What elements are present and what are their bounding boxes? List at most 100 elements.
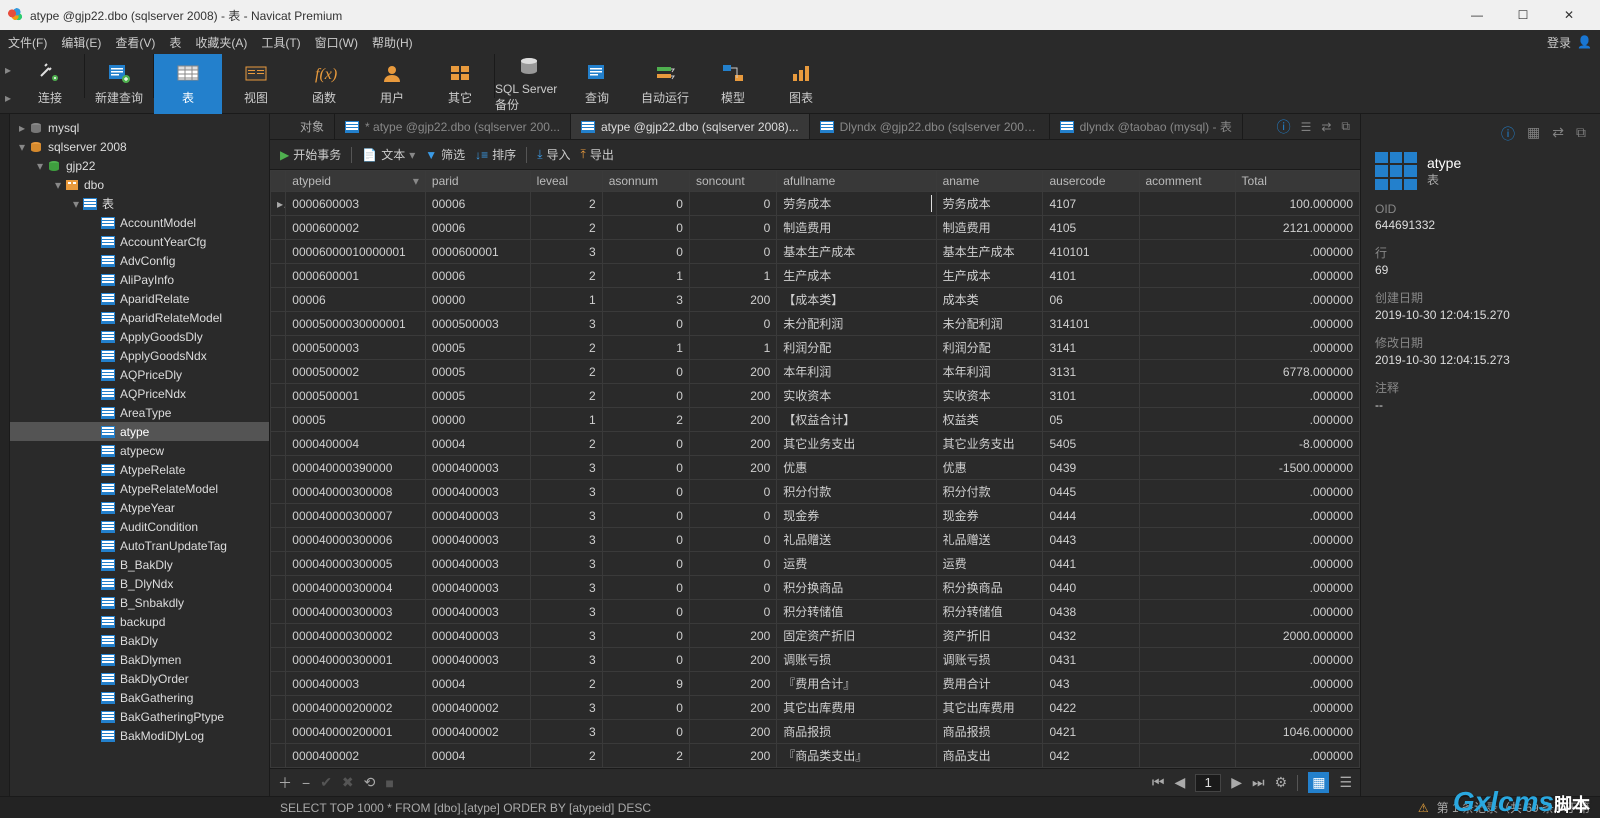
cell-asonnum[interactable]: 0 xyxy=(602,696,689,720)
begin-transaction-button[interactable]: ▶开始事务 xyxy=(280,146,341,163)
ribbon-nav-next-icon[interactable]: ▸ xyxy=(5,91,11,105)
cell-atypeid[interactable]: 000040000300007 xyxy=(286,504,426,528)
cell-parid[interactable]: 00006 xyxy=(425,264,530,288)
cell-total[interactable]: .000000 xyxy=(1235,576,1359,600)
cell-atypeid[interactable]: 00006 xyxy=(286,288,426,312)
cell-acomment[interactable] xyxy=(1139,648,1235,672)
cell-total[interactable]: .000000 xyxy=(1235,312,1359,336)
cell-acomment[interactable] xyxy=(1139,504,1235,528)
table-row[interactable]: 00004000040000420200其它业务支出其它业务支出5405-8.0… xyxy=(271,432,1360,456)
cell-parid[interactable]: 0000400003 xyxy=(425,576,530,600)
cell-acomment[interactable] xyxy=(1139,672,1235,696)
import-button[interactable]: ⤓导入 xyxy=(537,146,570,163)
cell-parid[interactable]: 0000400002 xyxy=(425,696,530,720)
cell-acomment[interactable] xyxy=(1139,360,1235,384)
cell-ausercode[interactable]: 4105 xyxy=(1043,216,1139,240)
column-header[interactable]: Total xyxy=(1235,171,1359,192)
cell-soncount[interactable]: 1 xyxy=(689,336,776,360)
tabbar-info-icon[interactable]: ⓘ xyxy=(1277,117,1291,137)
cell-atypeid[interactable]: 000040000200002 xyxy=(286,696,426,720)
cell-asonnum[interactable]: 9 xyxy=(602,672,689,696)
table-row[interactable]: 00004000020000422200『商品类支出』商品支出042.00000… xyxy=(271,744,1360,768)
cell-leveal[interactable]: 3 xyxy=(530,600,602,624)
cell-total[interactable]: .000000 xyxy=(1235,672,1359,696)
cell-atypeid[interactable]: 000040000300008 xyxy=(286,480,426,504)
tree-table-AQPriceDly[interactable]: AQPriceDly xyxy=(10,365,269,384)
cell-aname[interactable]: 优惠 xyxy=(936,456,1043,480)
ribbon-plug-button[interactable]: 连接 xyxy=(16,54,84,114)
cell-aname[interactable]: 调账亏损 xyxy=(936,648,1043,672)
tree-table-AutoTranUpdateTag[interactable]: AutoTranUpdateTag xyxy=(10,536,269,555)
tree-node[interactable]: ▾表 xyxy=(10,194,269,213)
cell-afullname[interactable]: 『商品类支出』 xyxy=(777,744,936,768)
tree-table-BakDlymen[interactable]: BakDlymen xyxy=(10,650,269,669)
cell-leveal[interactable]: 3 xyxy=(530,240,602,264)
cell-acomment[interactable] xyxy=(1139,312,1235,336)
cell-parid[interactable]: 0000600001 xyxy=(425,240,530,264)
cell-asonnum[interactable]: 0 xyxy=(602,720,689,744)
table-row[interactable]: 000060000013200【成本类】成本类06.000000 xyxy=(271,288,1360,312)
tree-table-AuditCondition[interactable]: AuditCondition xyxy=(10,517,269,536)
cell-acomment[interactable] xyxy=(1139,624,1235,648)
cell-leveal[interactable]: 2 xyxy=(530,744,602,768)
cell-parid[interactable]: 00006 xyxy=(425,192,530,216)
cell-atypeid[interactable]: 0000500003 xyxy=(286,336,426,360)
cell-acomment[interactable] xyxy=(1139,384,1235,408)
cell-soncount[interactable]: 0 xyxy=(689,192,776,216)
cell-parid[interactable]: 0000400003 xyxy=(425,648,530,672)
cell-aname[interactable]: 运费 xyxy=(936,552,1043,576)
cell-ausercode[interactable]: 0439 xyxy=(1043,456,1139,480)
cell-soncount[interactable]: 200 xyxy=(689,672,776,696)
ribbon-misc-button[interactable]: 其它 xyxy=(426,54,494,114)
cell-asonnum[interactable]: 0 xyxy=(602,360,689,384)
cell-leveal[interactable]: 1 xyxy=(530,288,602,312)
cell-aname[interactable]: 基本生产成本 xyxy=(936,240,1043,264)
cell-afullname[interactable]: 未分配利润 xyxy=(777,312,936,336)
table-row[interactable]: 0000400003000060000400003300礼品赠送礼品赠送0443… xyxy=(271,528,1360,552)
cell-asonnum[interactable]: 0 xyxy=(602,528,689,552)
cell-aname[interactable]: 劳务成本 xyxy=(936,192,1043,216)
cell-total[interactable]: .000000 xyxy=(1235,648,1359,672)
minimize-button[interactable]: — xyxy=(1454,0,1500,30)
cell-atypeid[interactable]: 0000600001 xyxy=(286,264,426,288)
table-row[interactable]: 00005000020000520200本年利润本年利润31316778.000… xyxy=(271,360,1360,384)
cell-afullname[interactable]: 其它业务支出 xyxy=(777,432,936,456)
close-button[interactable]: ✕ xyxy=(1546,0,1592,30)
cell-acomment[interactable] xyxy=(1139,576,1235,600)
cell-ausercode[interactable]: 0440 xyxy=(1043,576,1139,600)
tree-table-AccountModel[interactable]: AccountModel xyxy=(10,213,269,232)
cell-atypeid[interactable]: 000040000390000 xyxy=(286,456,426,480)
ribbon-newquery-button[interactable]: 新建查询 xyxy=(85,54,153,114)
cell-afullname[interactable]: 固定资产折旧 xyxy=(777,624,936,648)
tree-table-AccountYearCfg[interactable]: AccountYearCfg xyxy=(10,232,269,251)
table-row[interactable]: 0000400003000030000400003300积分转储值积分转储值04… xyxy=(271,600,1360,624)
menu-tools[interactable]: 工具(T) xyxy=(261,34,300,51)
cell-soncount[interactable]: 0 xyxy=(689,600,776,624)
cell-leveal[interactable]: 2 xyxy=(530,192,602,216)
form-view-button[interactable]: ☰ xyxy=(1339,774,1352,791)
cell-leveal[interactable]: 1 xyxy=(530,408,602,432)
cell-leveal[interactable]: 3 xyxy=(530,312,602,336)
first-record-button[interactable]: ⏮ xyxy=(1152,774,1165,791)
column-header[interactable]: soncount xyxy=(689,171,776,192)
cell-asonnum[interactable]: 0 xyxy=(602,240,689,264)
cell-aname[interactable]: 积分换商品 xyxy=(936,576,1043,600)
cell-atypeid[interactable]: 00006000010000001 xyxy=(286,240,426,264)
cell-leveal[interactable]: 3 xyxy=(530,624,602,648)
cell-leveal[interactable]: 2 xyxy=(530,336,602,360)
column-header[interactable]: afullname xyxy=(777,171,936,192)
tree-table-BakModiDlyLog[interactable]: BakModiDlyLog xyxy=(10,726,269,745)
cell-acomment[interactable] xyxy=(1139,192,1235,216)
cell-acomment[interactable] xyxy=(1139,744,1235,768)
cell-leveal[interactable]: 2 xyxy=(530,264,602,288)
cell-parid[interactable]: 0000400003 xyxy=(425,528,530,552)
menu-table[interactable]: 表 xyxy=(169,34,181,51)
cell-afullname[interactable]: 积分付款 xyxy=(777,480,936,504)
cell-ausercode[interactable]: 3141 xyxy=(1043,336,1139,360)
tree-table-AtypeYear[interactable]: AtypeYear xyxy=(10,498,269,517)
tree-table-B_DlyNdx[interactable]: B_DlyNdx xyxy=(10,574,269,593)
cell-aname[interactable]: 资产折旧 xyxy=(936,624,1043,648)
cell-asonnum[interactable]: 0 xyxy=(602,456,689,480)
cell-total[interactable]: .000000 xyxy=(1235,504,1359,528)
tree-node[interactable]: ▸mysql xyxy=(10,118,269,137)
